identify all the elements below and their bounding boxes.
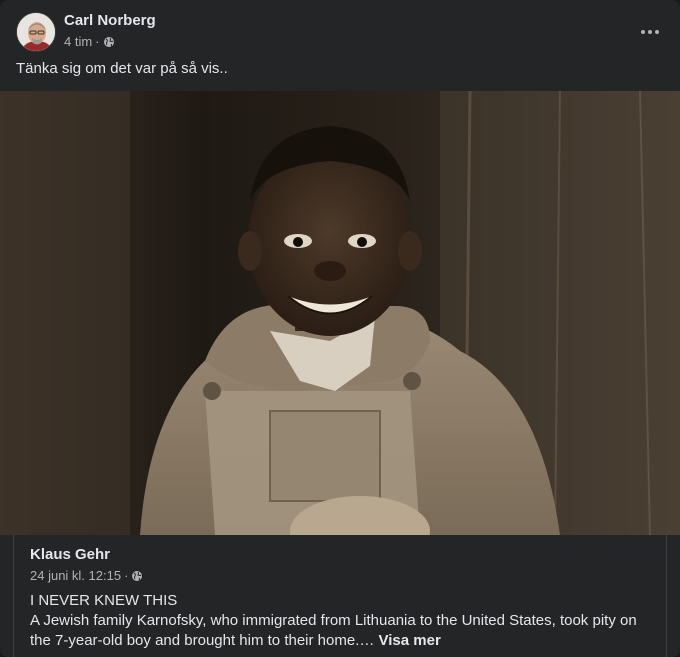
shared-post-body-text: A Jewish family Karnofsky, who immigrate…: [30, 612, 637, 649]
vintage-boy-photo: [0, 91, 680, 535]
shared-author-name[interactable]: Klaus Gehr: [30, 546, 110, 563]
more-dot-icon: [641, 30, 645, 34]
shared-post-headline: I NEVER KNEW THIS: [30, 592, 178, 609]
shared-post: Klaus Gehr 24 juni kl. 12:15 · I NEVER K…: [13, 535, 667, 657]
avatar-photo: [17, 13, 55, 51]
meta-separator: ·: [95, 34, 100, 49]
author-avatar[interactable]: [16, 12, 56, 52]
more-options-button[interactable]: [636, 18, 664, 46]
author-name[interactable]: Carl Norberg: [64, 12, 156, 29]
shared-post-time[interactable]: 24 juni kl. 12:15: [30, 568, 121, 583]
shared-post-text: I NEVER KNEW THIS A Jewish family Karnof…: [30, 591, 655, 651]
globe-icon[interactable]: [103, 36, 115, 48]
shared-post-body: A Jewish family Karnofsky, who immigrate…: [30, 611, 655, 651]
post-text: Tänka sig om det var på så vis..: [16, 60, 228, 77]
more-dot-icon: [655, 30, 659, 34]
shared-post-meta: 24 juni kl. 12:15 ·: [30, 568, 143, 583]
post-card: Carl Norberg 4 tim · Tänka sig om det va…: [0, 0, 680, 657]
globe-icon[interactable]: [131, 570, 143, 582]
post-header: Carl Norberg 4 tim ·: [16, 12, 664, 54]
more-dot-icon: [648, 30, 652, 34]
post-photo[interactable]: [0, 91, 680, 535]
meta-separator: ·: [124, 568, 129, 583]
post-meta: 4 tim ·: [64, 34, 115, 49]
see-more-link[interactable]: Visa mer: [379, 632, 441, 649]
post-time[interactable]: 4 tim: [64, 34, 92, 49]
